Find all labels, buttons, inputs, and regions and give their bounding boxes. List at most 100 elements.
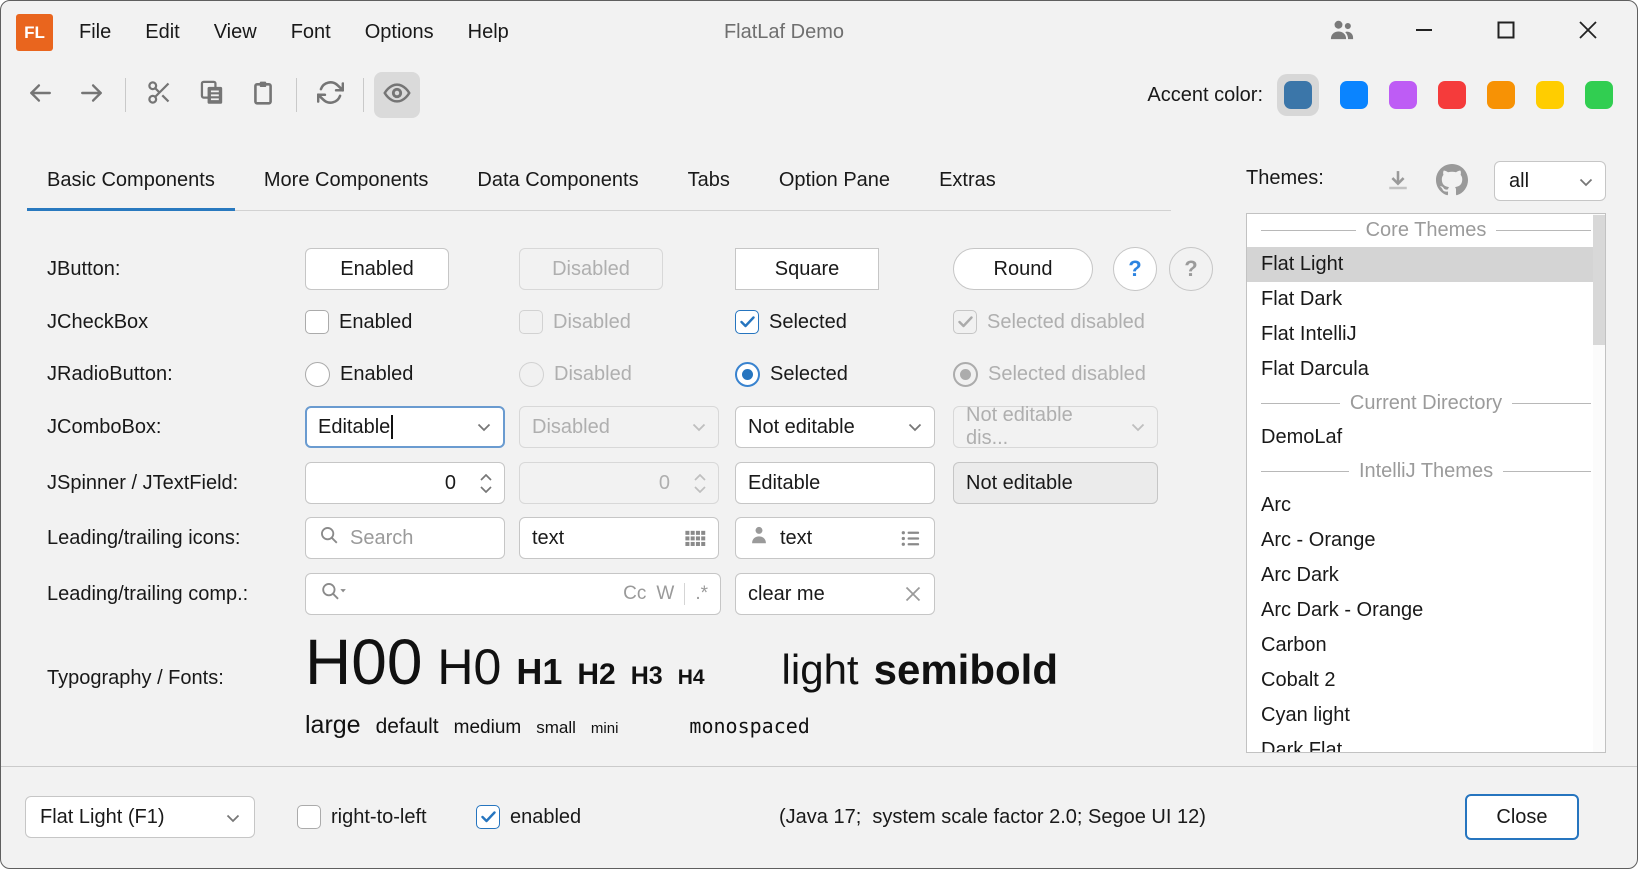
accent-swatch[interactable] (1438, 81, 1466, 109)
laf-combobox[interactable]: Flat Light (F1) (25, 796, 255, 838)
typography-h00: H00 (305, 625, 422, 699)
enabled-button[interactable]: Enabled (305, 248, 449, 290)
radio-selected-disabled (953, 362, 978, 387)
textfield-not-editable: Not editable (953, 462, 1158, 504)
accent-swatch[interactable] (1284, 81, 1312, 109)
square-button[interactable]: Square (735, 248, 879, 290)
enabled-checkbox-group[interactable]: enabled (476, 796, 581, 838)
theme-list-item[interactable]: Cyan light (1247, 698, 1605, 733)
clearable-input[interactable]: clear me (735, 573, 935, 615)
theme-list-item[interactable]: Cobalt 2 (1247, 663, 1605, 698)
theme-list-item[interactable]: Carbon (1247, 628, 1605, 663)
toolbar-separator (296, 78, 297, 112)
match-case-button[interactable]: Cc (623, 583, 646, 605)
theme-list-item[interactable]: Arc Dark - Orange (1247, 593, 1605, 628)
combobox-editable[interactable]: Editable (305, 406, 505, 448)
theme-list-item[interactable]: Dark Flat (1247, 733, 1605, 753)
chevron-down-icon (480, 486, 492, 493)
radio-selected-disabled-label: Selected disabled (988, 363, 1146, 386)
radio-enabled[interactable] (305, 362, 330, 387)
search-input[interactable]: Search (305, 517, 505, 559)
theme-list-item[interactable]: DemoLaf (1247, 420, 1605, 455)
users-button[interactable] (1301, 1, 1383, 63)
maximize-button[interactable] (1465, 1, 1547, 63)
checkbox-enabled[interactable] (305, 310, 329, 334)
checkbox-disabled-label: Disabled (553, 311, 631, 334)
tab-tabs[interactable]: Tabs (668, 151, 750, 210)
theme-list-item[interactable]: Arc - Orange (1247, 523, 1605, 558)
accent-swatch[interactable] (1487, 81, 1515, 109)
leading-trailing-icons-row: Leading/trailing icons: Search text text (1, 516, 1231, 560)
download-icon (1384, 182, 1412, 199)
search-with-options-input[interactable]: Cc W .* (305, 573, 721, 615)
round-button[interactable]: Round (953, 248, 1093, 290)
help-button[interactable]: ? (1113, 247, 1157, 291)
tab-extras[interactable]: Extras (919, 151, 1016, 210)
theme-list-item[interactable]: Arc (1247, 488, 1605, 523)
typography-h1: H1 (516, 651, 562, 693)
checkbox-enabled-label: Enabled (339, 311, 412, 334)
close-window-button[interactable] (1547, 1, 1629, 63)
chevron-down-icon (226, 806, 240, 829)
refresh-icon (317, 79, 344, 111)
jradiobutton-row: JRadioButton: Enabled Disabled Selected … (1, 352, 1231, 396)
download-themes-button[interactable] (1384, 167, 1412, 200)
paste-button[interactable] (240, 72, 286, 118)
theme-list-item[interactable]: Flat Dark (1247, 282, 1605, 317)
theme-list-item[interactable]: Arc Dark (1247, 558, 1605, 593)
radio-selected[interactable] (735, 362, 760, 387)
checkbox-selected[interactable] (735, 310, 759, 334)
textfield-editable[interactable]: Editable (735, 462, 935, 504)
back-button[interactable] (17, 72, 63, 118)
typography-headings: H00 H0 H1 H2 H3 H4 light semibold (305, 625, 1058, 699)
regex-button[interactable]: .* (695, 583, 708, 605)
typography-medium: medium (454, 717, 522, 739)
close-button[interactable]: Close (1465, 794, 1579, 840)
typography-monospaced: monospaced (689, 714, 809, 738)
jspinner-label: JSpinner / JTextField: (47, 461, 238, 505)
accent-swatch[interactable] (1585, 81, 1613, 109)
accent-swatch[interactable] (1389, 81, 1417, 109)
search-dropdown-icon[interactable] (318, 580, 348, 608)
spinner-value[interactable]: 0 (306, 463, 468, 503)
tab-option-pane[interactable]: Option Pane (759, 151, 910, 210)
typography-light: light (782, 646, 859, 694)
github-icon (1436, 183, 1468, 200)
checkbox-selected-disabled (953, 310, 977, 334)
tab-more-components[interactable]: More Components (244, 151, 449, 210)
theme-filter-combobox[interactable]: all (1494, 161, 1606, 201)
clear-icon[interactable] (904, 585, 922, 603)
theme-list-section-header: Core Themes (1247, 214, 1605, 247)
spinner-buttons[interactable] (468, 463, 504, 503)
show-hidden-toggle-button[interactable] (374, 72, 420, 118)
rtl-checkbox-group[interactable]: right-to-left (297, 796, 427, 838)
tab-data-components[interactable]: Data Components (457, 151, 658, 210)
tab-basic-components[interactable]: Basic Components (27, 151, 235, 210)
chevron-down-icon[interactable] (465, 408, 503, 446)
search-icon (318, 524, 340, 552)
enabled-checkbox[interactable] (476, 805, 500, 829)
chevron-down-icon[interactable] (896, 407, 934, 447)
refresh-button[interactable] (307, 72, 353, 118)
whole-word-button[interactable]: W (656, 583, 674, 605)
theme-list-item[interactable]: Flat Darcula (1247, 352, 1605, 387)
combobox-not-editable[interactable]: Not editable (735, 406, 935, 448)
theme-list-item[interactable]: Flat Light (1247, 247, 1605, 282)
scrollbar-thumb[interactable] (1593, 215, 1605, 345)
theme-list-item[interactable]: Flat IntelliJ (1247, 317, 1605, 352)
minimize-button[interactable] (1383, 1, 1465, 63)
text-input-leading-user[interactable]: text (735, 517, 935, 559)
cut-button[interactable] (136, 72, 182, 118)
accent-swatch[interactable] (1340, 81, 1368, 109)
copy-icon (198, 79, 225, 111)
forward-button[interactable] (69, 72, 115, 118)
text-input-trailing-table[interactable]: text (519, 517, 719, 559)
rtl-checkbox[interactable] (297, 805, 321, 829)
theme-list-scrollbar[interactable] (1593, 214, 1605, 752)
accent-swatch[interactable] (1536, 81, 1564, 109)
theme-list: Core Themes Flat Light Flat Dark Flat In… (1246, 213, 1606, 753)
copy-button[interactable] (188, 72, 234, 118)
github-button[interactable] (1436, 164, 1468, 201)
back-icon (25, 80, 55, 111)
spinner-enabled[interactable]: 0 (305, 462, 505, 504)
